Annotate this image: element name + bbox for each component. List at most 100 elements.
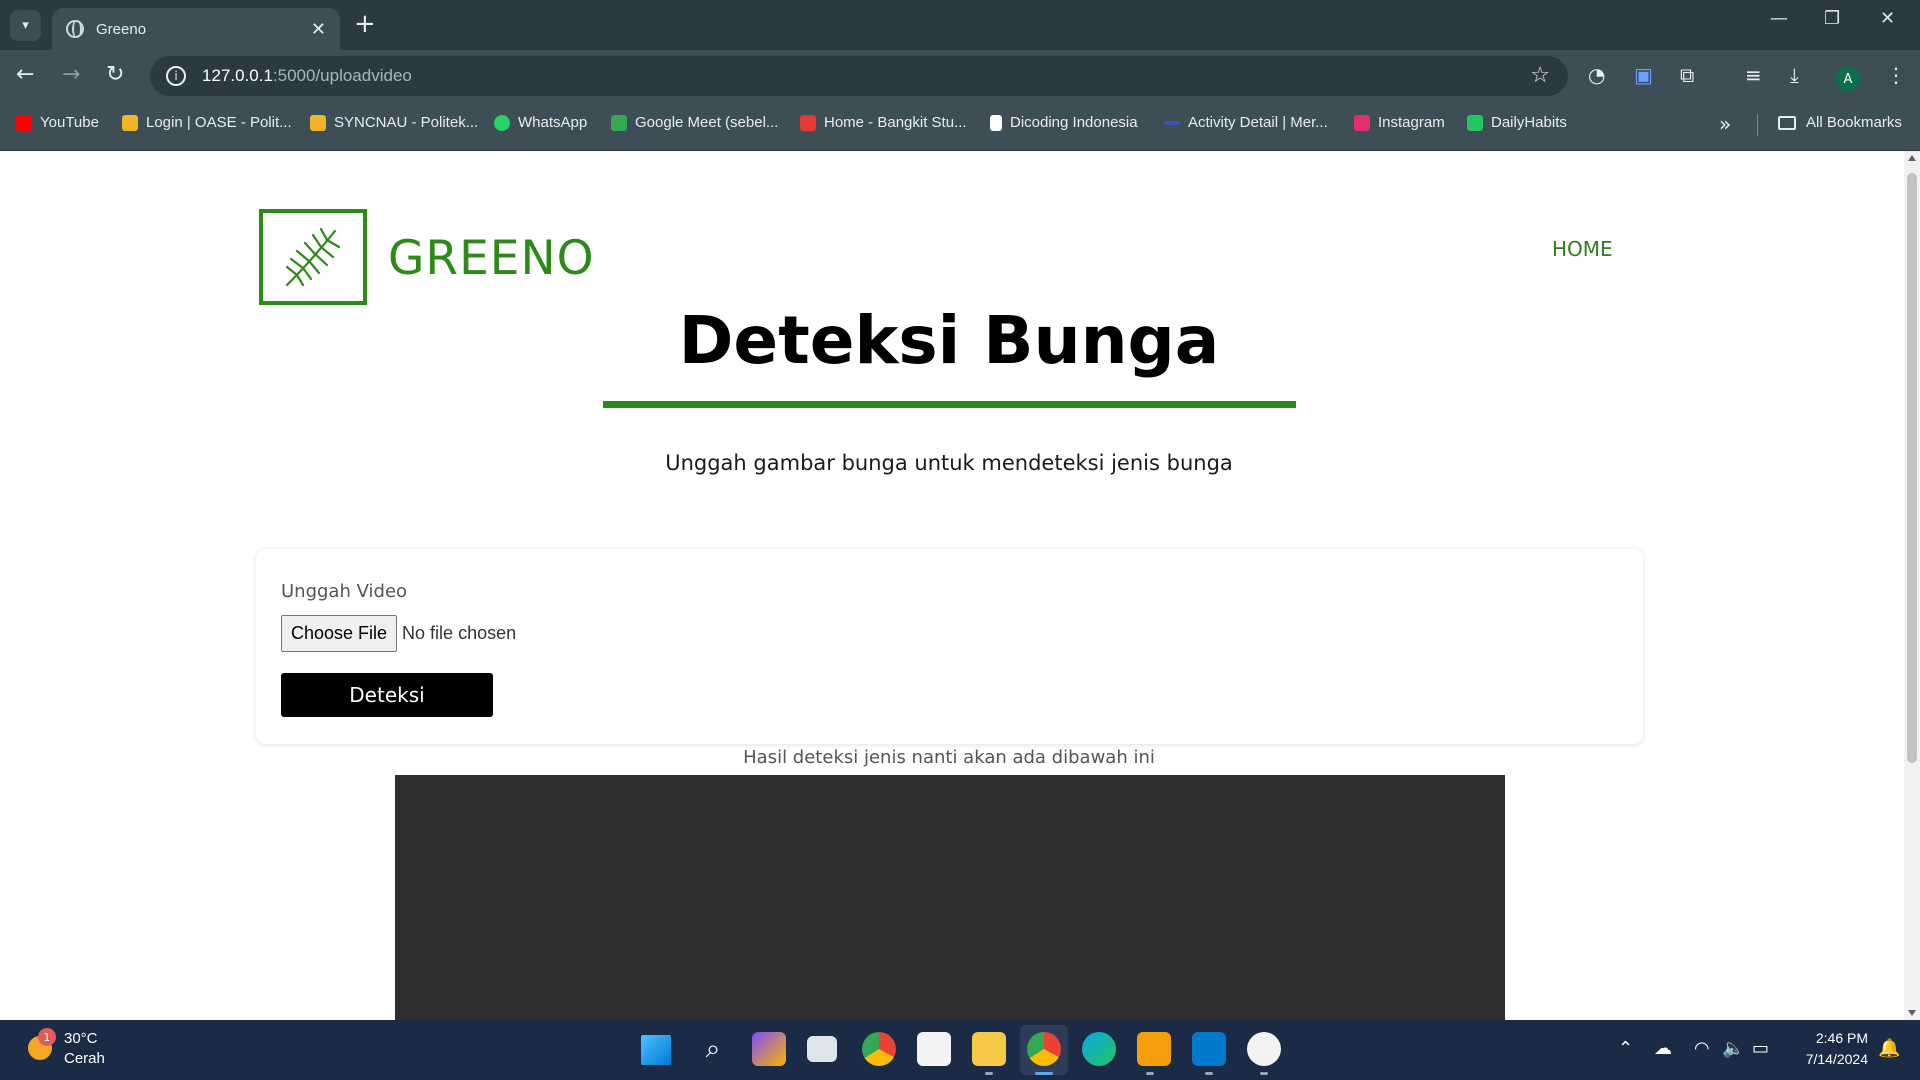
- clock-time[interactable]: 2:46 PM: [1808, 1030, 1868, 1046]
- running-indicator: [1260, 1072, 1268, 1075]
- upload-video-label: Unggah Video: [281, 581, 408, 602]
- scroll-down-icon[interactable]: [1908, 1010, 1916, 1016]
- back-icon[interactable]: ←: [16, 62, 34, 88]
- weather-temperature[interactable]: 30°C: [64, 1030, 98, 1047]
- bookmark-dailyhabits[interactable]: DailyHabits: [1467, 114, 1567, 131]
- bookmark-bangkit[interactable]: Home - Bangkit Stu...: [800, 114, 967, 131]
- chrome-icon[interactable]: [862, 1032, 896, 1066]
- running-indicator: [1205, 1072, 1213, 1075]
- active-indicator: [1035, 1072, 1053, 1075]
- profile-avatar[interactable]: A: [1836, 67, 1860, 91]
- bangkit-icon: [800, 114, 816, 131]
- chrome-profile-icon[interactable]: [1027, 1032, 1061, 1066]
- extension-icon[interactable]: ◔: [1588, 62, 1605, 88]
- logo[interactable]: [259, 209, 367, 305]
- menu-kebab-icon[interactable]: ⋮: [1886, 62, 1906, 88]
- new-tab-button[interactable]: +: [354, 9, 376, 39]
- globe-icon: [66, 20, 84, 38]
- deteksi-button[interactable]: Deteksi: [281, 673, 493, 717]
- scrollbar-thumb[interactable]: [1907, 173, 1917, 763]
- browser-tab[interactable]: Greeno ✕: [52, 8, 340, 50]
- bookmark-google-meet[interactable]: Google Meet (sebel...: [611, 114, 778, 131]
- bookmark-youtube[interactable]: YouTube: [16, 114, 99, 131]
- instagram-icon: [1354, 114, 1370, 131]
- merdeka-icon: [1164, 120, 1180, 125]
- copilot-icon[interactable]: [752, 1032, 786, 1066]
- tab-search-button[interactable]: ▾: [10, 10, 41, 41]
- chevron-down-icon: ▾: [22, 18, 29, 33]
- bookmark-activity-detail[interactable]: Activity Detail | Mer...: [1164, 114, 1328, 131]
- restore-icon[interactable]: ❐: [1824, 8, 1840, 29]
- bookmarks-bar: YouTube Login | OASE - Polit... SYNCNAU …: [0, 100, 1920, 151]
- clock-date[interactable]: 7/14/2024: [1790, 1051, 1868, 1067]
- wifi-icon[interactable]: ◠: [1694, 1038, 1710, 1059]
- scroll-up-icon[interactable]: [1908, 155, 1916, 161]
- bookmark-dicoding[interactable]: Dicoding Indonesia: [990, 114, 1138, 131]
- title-underline: [603, 401, 1296, 408]
- page-subtitle: Unggah gambar bunga untuk mendeteksi jen…: [665, 451, 1233, 475]
- bookmark-whatsapp[interactable]: WhatsApp: [494, 114, 587, 131]
- bookmark-instagram[interactable]: Instagram: [1354, 114, 1445, 131]
- onedrive-icon[interactable]: ☁: [1654, 1038, 1672, 1059]
- running-indicator: [985, 1072, 993, 1075]
- vscode-icon[interactable]: [1192, 1032, 1226, 1066]
- bookmark-syncnau[interactable]: SYNCNAU - Politek...: [310, 114, 478, 131]
- weather-badge: 1: [38, 1028, 56, 1046]
- media-controls-icon[interactable]: ≡: [1745, 62, 1762, 88]
- window-close-icon[interactable]: ✕: [1880, 8, 1895, 29]
- minimize-icon[interactable]: —: [1770, 8, 1788, 29]
- brand-name[interactable]: GREENO: [388, 231, 595, 286]
- syncnau-icon: [310, 114, 326, 131]
- volume-icon[interactable]: 🔈: [1722, 1038, 1744, 1059]
- tab-title: Greeno: [96, 20, 147, 38]
- page-viewport: GREENO HOME Deteksi Bunga Unggah gambar …: [0, 151, 1904, 1020]
- more-bookmarks-icon[interactable]: »: [1719, 112, 1731, 136]
- task-view-icon[interactable]: [807, 1036, 837, 1062]
- folder-icon: [1778, 115, 1796, 130]
- file-explorer-icon[interactable]: [972, 1032, 1006, 1066]
- leaf-icon: [285, 227, 341, 287]
- site-info-icon[interactable]: i: [166, 66, 186, 86]
- result-note: Hasil deteksi jenis nanti akan ada dibaw…: [743, 747, 1155, 768]
- bookmark-oase[interactable]: Login | OASE - Polit...: [122, 114, 292, 131]
- browser-toolbar: ← → ↻ i 127.0.0.1:5000/uploadvideo ☆ ◔ ▣…: [0, 50, 1920, 100]
- search-icon[interactable]: ⌕: [696, 1032, 730, 1066]
- address-bar[interactable]: i 127.0.0.1:5000/uploadvideo ☆: [150, 56, 1568, 96]
- translate-icon[interactable]: ▣: [1634, 62, 1653, 88]
- reload-icon[interactable]: ↻: [106, 62, 124, 88]
- whatsapp-icon: [494, 114, 510, 131]
- edge-icon[interactable]: [1082, 1032, 1116, 1066]
- forward-icon[interactable]: →: [62, 62, 80, 88]
- weather-description[interactable]: Cerah: [64, 1050, 105, 1067]
- nav-home-link[interactable]: HOME: [1552, 237, 1613, 261]
- all-bookmarks-button[interactable]: All Bookmarks: [1778, 114, 1902, 131]
- dailyhabits-icon: [1467, 114, 1483, 131]
- google-meet-icon: [611, 114, 627, 131]
- show-hidden-icons-icon[interactable]: ⌃: [1618, 1038, 1633, 1059]
- download-icon[interactable]: ⤓: [1790, 62, 1799, 88]
- page-scrollbar[interactable]: [1904, 151, 1920, 1020]
- close-icon[interactable]: ✕: [311, 19, 326, 40]
- file-status-text: No file chosen: [402, 623, 517, 643]
- bookmarks-separator: [1757, 114, 1758, 136]
- running-indicator: [1146, 1072, 1154, 1075]
- result-display-area: [395, 775, 1505, 1020]
- page-title: Deteksi Bunga: [678, 302, 1220, 379]
- choose-file-button[interactable]: Choose File: [281, 615, 398, 652]
- upload-form-card: Unggah Video Choose File No file chosen …: [256, 549, 1643, 744]
- windows-start-icon[interactable]: [641, 1035, 671, 1065]
- media-player-icon[interactable]: [1247, 1032, 1281, 1066]
- puzzle-icon[interactable]: ⧉: [1680, 62, 1694, 88]
- microsoft-store-icon[interactable]: [917, 1032, 951, 1066]
- app-icon[interactable]: [1137, 1032, 1171, 1066]
- oase-icon: [122, 114, 138, 131]
- bookmark-star-icon[interactable]: ☆: [1530, 63, 1550, 88]
- battery-icon[interactable]: ▭: [1752, 1038, 1769, 1059]
- youtube-icon: [16, 114, 32, 131]
- browser-tab-bar: ▾ Greeno ✕ + — ❐ ✕: [0, 0, 1920, 50]
- url-text: 127.0.0.1:5000/uploadvideo: [202, 66, 412, 85]
- file-input[interactable]: Choose File No file chosen: [281, 615, 516, 652]
- windows-taskbar: 1 30°C Cerah ⌕ ⌃ ☁ ◠ 🔈 ▭ 2:46 PM 7/14/20…: [0, 1020, 1920, 1080]
- notification-bell-icon[interactable]: 🔔: [1878, 1038, 1900, 1059]
- dicoding-icon: [990, 114, 1002, 131]
